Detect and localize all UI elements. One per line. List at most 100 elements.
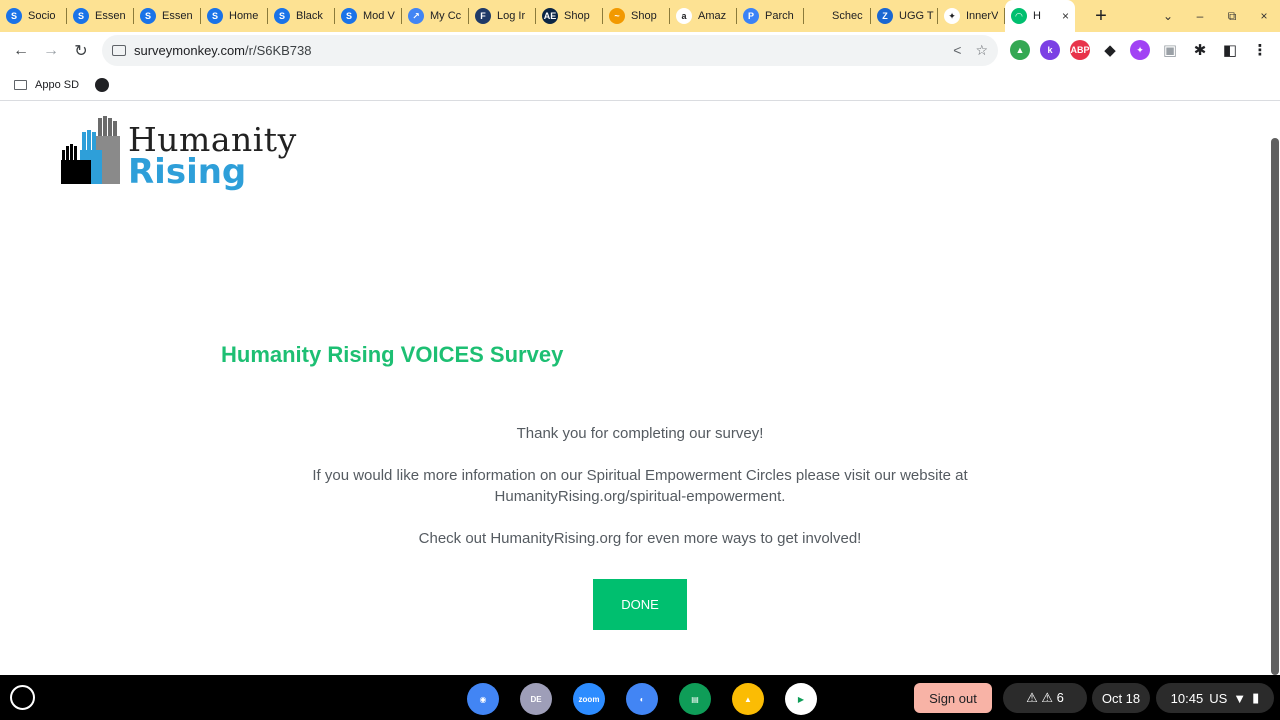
reload-icon[interactable]: ↻ [66, 41, 96, 61]
palette-icon[interactable]: ◐ [626, 683, 658, 715]
close-tab-icon[interactable]: × [1062, 9, 1069, 23]
active-tab-title: H [1033, 10, 1041, 22]
tab-title: Home [229, 10, 259, 22]
z-icon: Z [877, 8, 893, 24]
browser-tab[interactable]: S Mod V [335, 0, 402, 32]
puzzle-purple-icon[interactable]: ✦ [1130, 40, 1150, 60]
classroom-icon[interactable]: ▤ [679, 683, 711, 715]
chrome-icon[interactable]: ◉ [467, 683, 499, 715]
back-icon[interactable]: ← [6, 42, 36, 60]
profile-app-icon[interactable]: DE [520, 683, 552, 715]
tab-strip: S Socio S Essen S Essen S Home S Black S Mod V ↗ My C… [0, 0, 1280, 32]
bookmark-star-icon[interactable]: ☆ [975, 42, 988, 59]
tab-search-icon[interactable]: ⌄ [1152, 9, 1184, 24]
tab-title: Essen [95, 10, 126, 22]
clock-time: 10:45 [1170, 690, 1204, 706]
tab-title: Black [296, 10, 323, 22]
hands-logo-icon [61, 116, 120, 184]
extensions-puzzle-icon[interactable]: ✱ [1190, 40, 1210, 60]
status-tray[interactable]: 10:45 US ▼ ▮ [1156, 683, 1274, 713]
date-tray[interactable]: Oct 18 [1092, 683, 1150, 713]
tab-title: Socio [28, 10, 56, 22]
minimize-icon[interactable]: – [1184, 9, 1216, 24]
google-drive-icon[interactable]: ▲ [732, 683, 764, 715]
s-icon: S [341, 8, 357, 24]
restore-icon[interactable]: ⧉ [1216, 9, 1248, 24]
bookmark-label: Appo SD [35, 79, 80, 91]
locale-label: US [1209, 690, 1228, 706]
site-info-icon[interactable] [112, 45, 126, 56]
scrollbar-thumb[interactable] [1271, 138, 1279, 675]
extension-icons: ▲ k ABP ◆ ✦ ▣ ✱ ◧ ⋮ [1010, 40, 1270, 60]
battery-icon: ▮ [1252, 690, 1260, 705]
tab-title: Shop [564, 10, 590, 22]
tab-title: Essen [162, 10, 193, 22]
s-icon: S [73, 8, 89, 24]
sign-out-button[interactable]: Sign out [914, 683, 992, 713]
browser-tab[interactable]: P Parch [737, 0, 804, 32]
browser-tab[interactable]: S Home [201, 0, 268, 32]
url-text[interactable]: surveymonkey.com/r/S6KB738 [134, 43, 312, 58]
bookmark-folder-appo-sd[interactable]: Appo SD [14, 79, 79, 91]
browser-tab[interactable]: a Amaz [670, 0, 737, 32]
browser-tab[interactable]: F Log Ir [469, 0, 536, 32]
spy-extension-icon[interactable]: ◆ [1100, 40, 1120, 60]
humanity-rising-tab-icon: ◠ [1011, 8, 1027, 24]
address-bar[interactable]: surveymonkey.com/r/S6KB738 < ☆ [102, 35, 998, 66]
browser-tab[interactable]: S Black [268, 0, 335, 32]
notification-tray[interactable]: ⚠ ⚠ 6 [1003, 683, 1087, 713]
fsa-icon: F [475, 8, 491, 24]
new-tab-button[interactable]: + [1087, 5, 1115, 28]
browser-tab[interactable]: Z UGG T [871, 0, 938, 32]
shelf-apps: ◉ DE zoom ◐ ▤ ▲ ▶ [467, 683, 817, 715]
browser-toolbar: ← → ↻ surveymonkey.com/r/S6KB738 < ☆ ▲ k A… [0, 32, 1280, 70]
side-panel-icon[interactable]: ◧ [1220, 40, 1240, 60]
tab-title: Shop [631, 10, 657, 22]
browser-tab[interactable]: S Socio [0, 0, 67, 32]
globe-icon [95, 78, 110, 92]
zoom-icon[interactable]: zoom [573, 683, 605, 715]
parchment-icon: P [743, 8, 759, 24]
tab-title: Amaz [698, 10, 727, 22]
s-icon: S [140, 8, 156, 24]
humanity-rising-logo: Humanity Rising [60, 114, 300, 194]
close-window-icon[interactable]: × [1248, 9, 1280, 24]
schedule-icon [810, 8, 826, 24]
menu-icon[interactable]: ⋮ [1250, 40, 1270, 60]
page-content: Humanity Rising Humanity Rising VOICES S… [0, 102, 1280, 675]
window-controls: ⌄ – ⧉ × [1152, 9, 1280, 24]
tab-title: Parch [765, 10, 794, 22]
play-store-icon[interactable]: ▶ [785, 683, 817, 715]
survey-title: Humanity Rising VOICES Survey [221, 342, 564, 367]
launcher-button[interactable] [10, 685, 35, 710]
browser-tab[interactable]: S Essen [134, 0, 201, 32]
page-scrollbar[interactable] [1270, 138, 1280, 675]
browser-tab[interactable]: ↗ My Cc [402, 0, 469, 32]
browser-tab[interactable]: AE Shop [536, 0, 603, 32]
active-tab[interactable]: ◠ H × [1005, 0, 1075, 32]
forward-icon[interactable]: → [36, 42, 66, 60]
innerv-icon: ✦ [944, 8, 960, 24]
shop-icon: ~ [609, 8, 625, 24]
bookmark-globe[interactable] [95, 78, 110, 92]
browser-tab[interactable]: S Essen [67, 0, 134, 32]
s-icon: S [274, 8, 290, 24]
wifi-icon: ▼ [1233, 690, 1247, 706]
google-drive-icon[interactable]: ▲ [1010, 40, 1030, 60]
tab-title: InnerV [966, 10, 999, 22]
thank-you-text: Thank you for completing our survey! [516, 425, 764, 442]
copy-extension-icon[interactable]: ▣ [1160, 40, 1180, 60]
s-icon: S [6, 8, 22, 24]
adblock-plus-icon[interactable]: ABP [1070, 40, 1090, 60]
browser-tab[interactable]: ~ Shop [603, 0, 670, 32]
tab-title: My Cc [430, 10, 462, 22]
tab-title: UGG T [899, 10, 934, 22]
app-icon: ↗ [408, 8, 424, 24]
browser-tab[interactable]: ✦ InnerV [938, 0, 1005, 32]
done-button[interactable]: DONE [593, 579, 687, 630]
share-icon[interactable]: < [953, 42, 961, 59]
browser-tab[interactable]: Schec [804, 0, 871, 32]
amazon-icon: a [676, 8, 692, 24]
k-extension-icon[interactable]: k [1040, 40, 1060, 60]
info-text-line2: HumanityRising.org/spiritual-empowerment… [494, 488, 786, 505]
